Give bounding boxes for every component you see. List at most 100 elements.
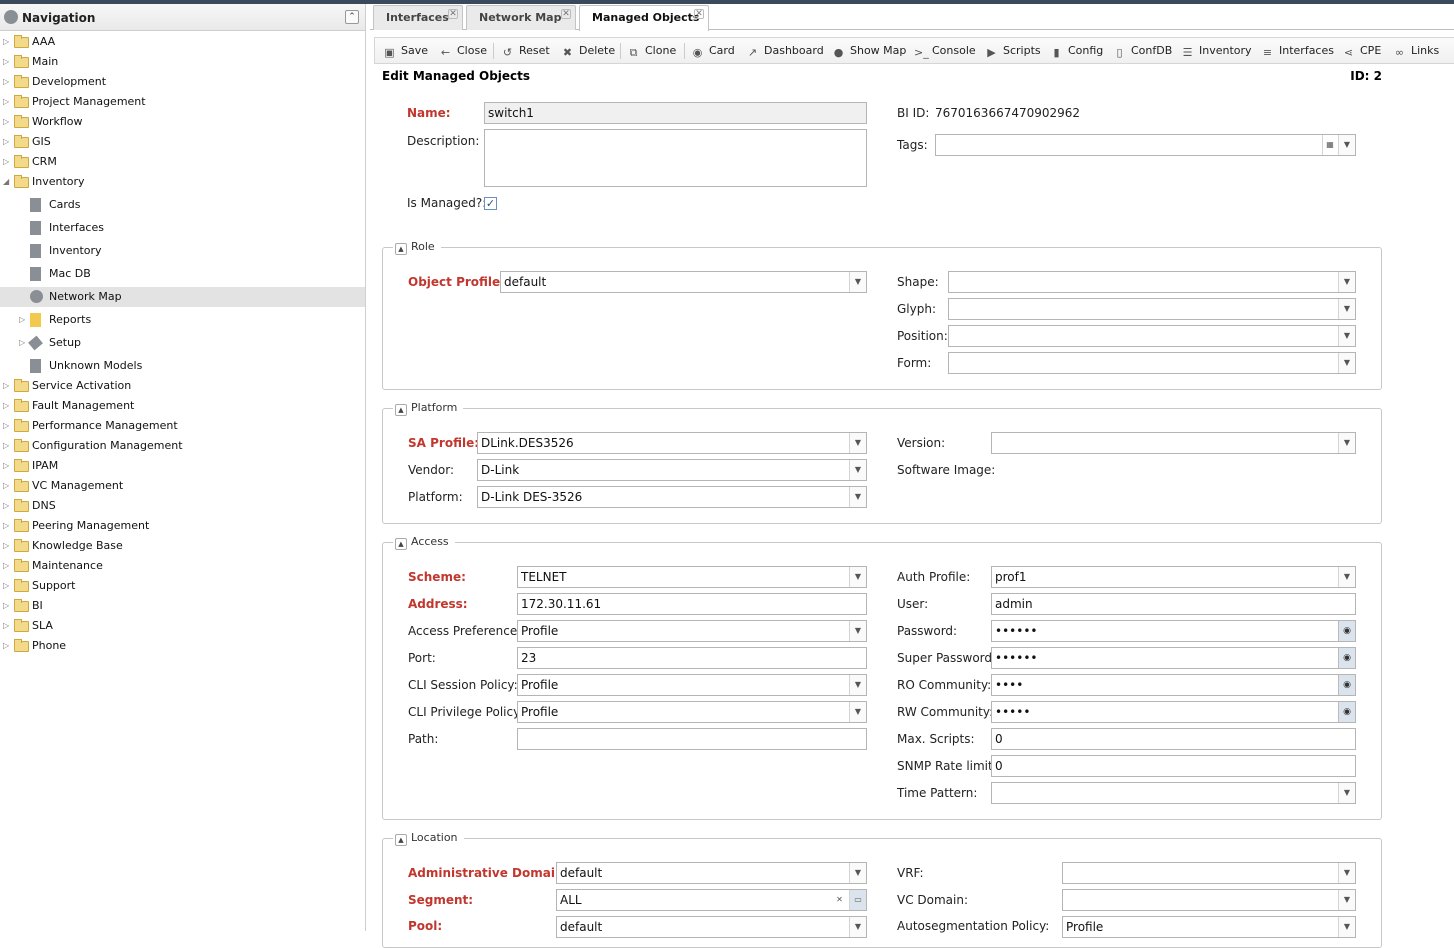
name-field[interactable]: switch1 bbox=[484, 102, 867, 124]
super-password-field[interactable]: •••••• ◉ bbox=[991, 647, 1356, 669]
expand-icon[interactable]: ▷ bbox=[3, 636, 11, 656]
dropdown-icon[interactable]: ▼ bbox=[1338, 567, 1355, 587]
expand-icon[interactable]: ▷ bbox=[3, 596, 11, 616]
cli-privilege-select[interactable]: Profile ▼ bbox=[517, 701, 867, 723]
is-managed-checkbox[interactable]: ✓ bbox=[484, 197, 497, 210]
dropdown-icon[interactable]: ▼ bbox=[1338, 353, 1355, 373]
nav-item-cards[interactable]: Cards bbox=[0, 195, 365, 215]
expand-icon[interactable]: ▷ bbox=[3, 476, 11, 496]
shape-select[interactable]: ▼ bbox=[948, 271, 1356, 293]
expand-icon[interactable]: ▷ bbox=[3, 516, 11, 536]
close-icon[interactable]: ✕ bbox=[561, 9, 571, 19]
nav-item-aaa[interactable]: ▷ AAA bbox=[0, 32, 365, 52]
show-map-button[interactable]: ● Show Map bbox=[832, 44, 907, 59]
nav-item-ipam[interactable]: ▷ IPAM bbox=[0, 456, 365, 476]
dropdown-icon[interactable]: ▼ bbox=[1338, 917, 1355, 937]
folder-open-icon[interactable]: ▭ bbox=[849, 890, 866, 910]
expand-icon[interactable]: ▷ bbox=[3, 112, 11, 132]
nav-item-phone[interactable]: ▷ Phone bbox=[0, 636, 365, 656]
segment-field[interactable]: ALL ✕ ▭ bbox=[556, 889, 867, 911]
vrf-select[interactable]: ▼ bbox=[1062, 862, 1356, 884]
nav-item-development[interactable]: ▷ Development bbox=[0, 72, 365, 92]
nav-item-workflow[interactable]: ▷ Workflow bbox=[0, 112, 365, 132]
auth-profile-select[interactable]: prof1 ▼ bbox=[991, 566, 1356, 588]
collapse-toggle-icon[interactable]: ▲ bbox=[395, 243, 407, 255]
version-select[interactable]: ▼ bbox=[991, 432, 1356, 454]
dropdown-icon[interactable]: ▼ bbox=[849, 272, 866, 292]
dropdown-icon[interactable]: ▼ bbox=[849, 487, 866, 507]
scheme-select[interactable]: TELNET ▼ bbox=[517, 566, 867, 588]
close-icon[interactable]: ✕ bbox=[448, 9, 458, 19]
dropdown-icon[interactable]: ▼ bbox=[1338, 326, 1355, 346]
expand-icon[interactable]: ▷ bbox=[3, 72, 11, 92]
expand-icon[interactable]: ▷ bbox=[19, 333, 27, 353]
port-field[interactable]: 23 bbox=[517, 647, 867, 669]
expand-icon[interactable]: ▷ bbox=[3, 556, 11, 576]
dropdown-icon[interactable]: ▼ bbox=[849, 567, 866, 587]
nav-item-interfaces[interactable]: Interfaces bbox=[0, 218, 365, 238]
collapse-arrow-icon[interactable]: ◢ bbox=[3, 172, 11, 192]
expand-icon[interactable]: ▷ bbox=[3, 616, 11, 636]
expand-icon[interactable]: ▷ bbox=[3, 496, 11, 516]
nav-item-network-map[interactable]: Network Map bbox=[0, 287, 365, 307]
dropdown-icon[interactable]: ▼ bbox=[849, 702, 866, 722]
expand-icon[interactable]: ▷ bbox=[3, 536, 11, 556]
links-button[interactable]: ∞ Links bbox=[1393, 44, 1439, 59]
nav-item-inventory-sub[interactable]: Inventory bbox=[0, 241, 365, 261]
dropdown-icon[interactable]: ▼ bbox=[1338, 299, 1355, 319]
tags-field[interactable]: ▦ ▼ bbox=[935, 134, 1356, 156]
confdb-button[interactable]: ▯ ConfDB bbox=[1113, 44, 1172, 59]
eye-icon[interactable]: ◉ bbox=[1338, 675, 1355, 695]
expand-icon[interactable]: ▷ bbox=[3, 152, 11, 172]
object-profile-select[interactable]: default ▼ bbox=[500, 271, 867, 293]
collapse-toggle-icon[interactable]: ▲ bbox=[395, 834, 407, 846]
collapse-icon[interactable]: ⌃ bbox=[345, 10, 359, 24]
nav-item-peering-management[interactable]: ▷ Peering Management bbox=[0, 516, 365, 536]
config-button[interactable]: ▮ Config bbox=[1050, 44, 1103, 59]
location-legend[interactable]: ▲ Location bbox=[393, 831, 464, 846]
expand-icon[interactable]: ▷ bbox=[3, 92, 11, 112]
tab-managed-objects[interactable]: Managed Objects ✕ bbox=[579, 5, 709, 31]
expand-icon[interactable]: ▷ bbox=[3, 376, 11, 396]
expand-icon[interactable]: ▷ bbox=[3, 416, 11, 436]
nav-item-vc-management[interactable]: ▷ VC Management bbox=[0, 476, 365, 496]
admin-domain-select[interactable]: default ▼ bbox=[556, 862, 867, 884]
autoseg-policy-select[interactable]: Profile ▼ bbox=[1062, 916, 1356, 938]
access-legend[interactable]: ▲ Access bbox=[393, 535, 455, 550]
close-icon[interactable]: ✕ bbox=[694, 9, 704, 19]
scripts-button[interactable]: ▶ Scripts bbox=[985, 44, 1040, 59]
nav-item-fault-management[interactable]: ▷ Fault Management bbox=[0, 396, 365, 416]
nav-item-mac-db[interactable]: Mac DB bbox=[0, 264, 365, 284]
nav-item-inventory[interactable]: ◢ Inventory bbox=[0, 172, 365, 192]
nav-item-dns[interactable]: ▷ DNS bbox=[0, 496, 365, 516]
console-button[interactable]: >_ Console bbox=[914, 44, 976, 59]
dropdown-icon[interactable]: ▼ bbox=[1338, 135, 1355, 155]
expand-icon[interactable]: ▷ bbox=[3, 576, 11, 596]
dropdown-icon[interactable]: ▼ bbox=[1338, 433, 1355, 453]
nav-item-performance-management[interactable]: ▷ Performance Management bbox=[0, 416, 365, 436]
eye-icon[interactable]: ◉ bbox=[1338, 702, 1355, 722]
clone-button[interactable]: ⧉ Clone bbox=[627, 44, 677, 59]
nav-item-bi[interactable]: ▷ BI bbox=[0, 596, 365, 616]
close-button[interactable]: ← Close bbox=[439, 44, 487, 59]
role-legend[interactable]: ▲ Role bbox=[393, 240, 441, 255]
dropdown-icon[interactable]: ▼ bbox=[849, 433, 866, 453]
expand-icon[interactable]: ▷ bbox=[3, 436, 11, 456]
address-field[interactable]: 172.30.11.61 bbox=[517, 593, 867, 615]
delete-button[interactable]: ✖ Delete bbox=[561, 44, 615, 59]
ro-community-field[interactable]: •••• ◉ bbox=[991, 674, 1356, 696]
clipboard-icon[interactable]: ▦ bbox=[1322, 135, 1337, 155]
path-field[interactable] bbox=[517, 728, 867, 750]
dropdown-icon[interactable]: ▼ bbox=[1338, 863, 1355, 883]
dropdown-icon[interactable]: ▼ bbox=[1338, 890, 1355, 910]
nav-item-configuration-management[interactable]: ▷ Configuration Management bbox=[0, 436, 365, 456]
dropdown-icon[interactable]: ▼ bbox=[1338, 783, 1355, 803]
expand-icon[interactable]: ▷ bbox=[3, 456, 11, 476]
nav-item-setup[interactable]: ▷ Setup bbox=[0, 333, 365, 353]
expand-icon[interactable]: ▷ bbox=[19, 310, 27, 330]
tab-interfaces[interactable]: Interfaces ✕ bbox=[373, 5, 463, 30]
glyph-select[interactable]: ▼ bbox=[948, 298, 1356, 320]
nav-item-sla[interactable]: ▷ SLA bbox=[0, 616, 365, 636]
position-select[interactable]: ▼ bbox=[948, 325, 1356, 347]
description-field[interactable] bbox=[484, 129, 867, 187]
